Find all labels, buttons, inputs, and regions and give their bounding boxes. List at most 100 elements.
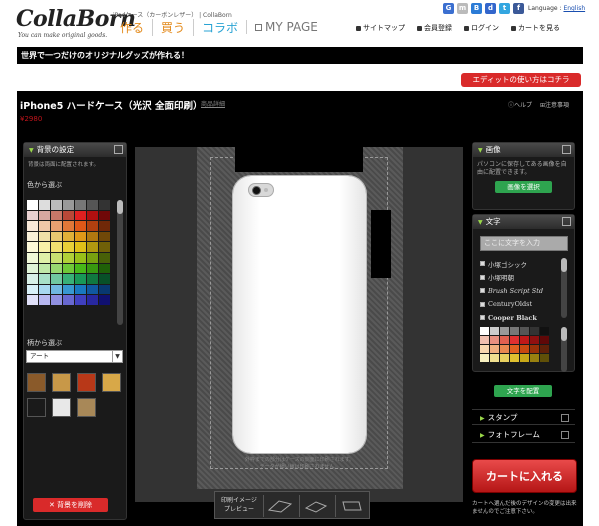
font-checkbox[interactable] (480, 261, 485, 267)
color-swatch[interactable] (75, 274, 86, 284)
color-swatch[interactable] (39, 231, 50, 242)
color-swatch[interactable] (99, 295, 110, 305)
color-swatch[interactable] (99, 284, 110, 295)
text-color-swatch[interactable] (520, 327, 529, 335)
text-color-swatch[interactable] (530, 327, 539, 335)
sub-nav-link[interactable]: カートを見る (511, 23, 560, 33)
preview-view-angle[interactable] (299, 495, 331, 517)
text-color-swatch[interactable] (510, 354, 519, 362)
color-swatch[interactable] (87, 284, 98, 295)
text-color-swatch[interactable] (520, 345, 529, 353)
color-swatch[interactable] (99, 200, 110, 210)
preview-view-front[interactable] (263, 495, 295, 517)
color-swatch[interactable] (75, 221, 86, 231)
color-swatch[interactable] (51, 221, 62, 231)
font-checkbox[interactable] (480, 301, 485, 307)
text-color-swatch[interactable] (490, 345, 499, 353)
font-option[interactable]: Cooper Black (480, 311, 560, 325)
text-color-swatch[interactable] (480, 354, 489, 362)
color-swatch[interactable] (39, 274, 50, 284)
color-swatch[interactable] (87, 242, 98, 252)
mixi-icon[interactable]: m (457, 3, 468, 14)
pattern-thumbnail[interactable] (27, 373, 46, 392)
text-input[interactable]: ここに文字を入力 (480, 236, 568, 251)
color-swatch[interactable] (51, 274, 62, 284)
color-swatch[interactable] (51, 242, 62, 252)
font-option[interactable]: 小塚明朝 (480, 271, 560, 285)
text-color-swatch[interactable] (480, 327, 489, 335)
product-detail-link[interactable]: 商品詳細 (201, 99, 225, 108)
photo-frame-section[interactable]: ▶ フォトフレーム (472, 427, 575, 443)
color-swatch[interactable] (27, 200, 38, 210)
pattern-thumbnail[interactable] (77, 398, 96, 417)
font-option[interactable]: CenturyOldst (480, 298, 560, 312)
color-swatch[interactable] (51, 252, 62, 263)
text-color-swatch[interactable] (540, 345, 549, 353)
text-color-swatch[interactable] (480, 336, 489, 344)
language-english-link[interactable]: English (563, 5, 585, 12)
color-swatch[interactable] (39, 252, 50, 263)
color-swatch[interactable] (63, 252, 74, 263)
scrollbar-thumb[interactable] (561, 258, 567, 272)
color-swatch[interactable] (63, 231, 74, 242)
text-color-swatch[interactable] (510, 336, 519, 344)
text-color-swatch[interactable] (500, 336, 509, 344)
color-swatch[interactable] (87, 200, 98, 210)
add-to-cart-button[interactable]: カートに入れる (472, 459, 577, 493)
color-swatch[interactable] (39, 221, 50, 231)
color-swatch[interactable] (63, 221, 74, 231)
color-swatch[interactable] (51, 200, 62, 210)
color-swatch[interactable] (75, 263, 86, 274)
color-swatch[interactable] (63, 210, 74, 221)
text-color-swatch[interactable] (540, 327, 549, 335)
preview-view-side[interactable] (335, 495, 367, 517)
font-checkbox[interactable] (480, 315, 485, 321)
color-swatch[interactable] (87, 263, 98, 274)
delete-background-button[interactable]: ✕ 背景を削除 (33, 498, 108, 512)
text-color-swatch[interactable] (540, 354, 549, 362)
text-panel-header[interactable]: ▼ 文字 (473, 215, 574, 229)
text-color-swatch[interactable] (520, 354, 529, 362)
color-swatch[interactable] (27, 284, 38, 295)
font-option[interactable]: 小塚ゴシック (480, 257, 560, 271)
sub-nav-link[interactable]: サイトマップ (356, 23, 405, 33)
text-color-swatch[interactable] (530, 354, 539, 362)
scrollbar-thumb[interactable] (561, 327, 567, 341)
color-swatch[interactable] (39, 263, 50, 274)
font-checkbox[interactable] (480, 288, 485, 294)
color-swatch[interactable] (75, 295, 86, 305)
color-swatch[interactable] (63, 284, 74, 295)
background-panel-header[interactable]: ▼ 背景の設定 (24, 143, 126, 157)
color-swatch[interactable] (87, 221, 98, 231)
main-nav-item[interactable]: MY PAGE (246, 20, 326, 34)
text-color-scrollbar[interactable] (561, 327, 567, 372)
font-option[interactable]: Brush Script Std (480, 284, 560, 298)
pattern-thumbnail[interactable] (52, 398, 71, 417)
color-swatch[interactable] (75, 210, 86, 221)
color-swatch[interactable] (87, 295, 98, 305)
color-swatch[interactable] (75, 252, 86, 263)
text-color-swatch[interactable] (530, 345, 539, 353)
color-swatch[interactable] (27, 263, 38, 274)
font-checkbox[interactable] (480, 274, 485, 280)
color-swatch[interactable] (27, 274, 38, 284)
hatena-icon[interactable]: B (471, 3, 482, 14)
pattern-thumbnail[interactable] (77, 373, 96, 392)
color-swatch[interactable] (39, 295, 50, 305)
color-swatch[interactable] (63, 242, 74, 252)
color-swatch[interactable] (51, 231, 62, 242)
color-swatch[interactable] (39, 284, 50, 295)
color-swatch[interactable] (99, 252, 110, 263)
text-color-swatch[interactable] (500, 354, 509, 362)
iphone-case-preview[interactable] (233, 176, 366, 453)
edit-help-button[interactable]: エディットの使い方はコチラ (461, 73, 581, 87)
color-swatch[interactable] (51, 210, 62, 221)
text-color-swatch[interactable] (510, 345, 519, 353)
text-color-swatch[interactable] (490, 336, 499, 344)
pattern-thumbnail[interactable] (102, 373, 121, 392)
facebook-icon[interactable]: f (513, 3, 524, 14)
text-color-swatch[interactable] (520, 336, 529, 344)
sub-nav-link[interactable]: ログイン (464, 23, 499, 33)
text-color-swatch[interactable] (510, 327, 519, 335)
image-panel-header[interactable]: ▼ 画像 (473, 143, 574, 157)
